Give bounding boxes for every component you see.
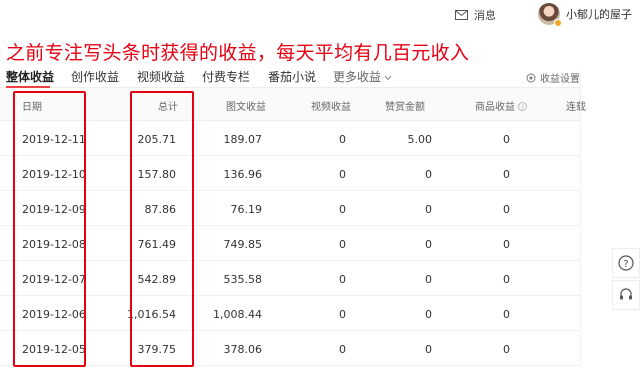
settings-label: 收益设置 xyxy=(540,74,580,85)
col-article-income: 图文收益 xyxy=(226,102,266,113)
cell-date: 2019-12-07 xyxy=(22,273,86,286)
cell-total: 1,016.54 xyxy=(127,308,176,321)
tab-tomato-novel[interactable]: 番茄小说 xyxy=(268,68,316,85)
col-serial: 连载 xyxy=(566,102,586,113)
tab-paid-column[interactable]: 付费专栏 xyxy=(202,68,250,85)
info-icon[interactable]: ? xyxy=(518,102,527,111)
table-row: 2019-12-05 379.75 378.06 0 0 0 xyxy=(0,331,580,366)
svg-text:?: ? xyxy=(521,104,524,111)
avatar-badge xyxy=(554,19,562,27)
question-icon: ? xyxy=(618,255,634,271)
table-row: 2019-12-10 157.80 136.96 0 0 0 xyxy=(0,156,580,191)
cell-tips: 0 xyxy=(425,238,432,251)
support-button[interactable] xyxy=(612,280,640,310)
cell-video-income: 0 xyxy=(339,133,346,146)
messages-label: 消息 xyxy=(474,9,496,22)
chevron-down-icon xyxy=(384,75,392,81)
messages-link[interactable]: 消息 xyxy=(455,7,496,23)
user-menu[interactable]: 小郁儿的屋子 xyxy=(538,3,632,27)
username: 小郁儿的屋子 xyxy=(566,8,632,21)
table-row: 2019-12-07 542.89 535.58 0 0 0 xyxy=(0,261,580,296)
cell-video-income: 0 xyxy=(339,238,346,251)
cell-tips: 0 xyxy=(425,273,432,286)
settings-icon xyxy=(526,73,536,82)
table-row: 2019-12-09 87.86 76.19 0 0 0 xyxy=(0,191,580,226)
cell-article-income: 378.06 xyxy=(223,343,263,356)
top-bar: 消息 小郁儿的屋子 xyxy=(0,0,640,30)
tab-bar: 整体收益 创作收益 视频收益 付费专栏 番茄小说 更多收益 收益设置 xyxy=(0,66,580,88)
cell-product-income: 0 xyxy=(503,343,510,356)
cell-total: 157.80 xyxy=(137,168,177,181)
cell-total: 87.86 xyxy=(144,203,177,216)
table-row: 2019-12-08 761.49 749.85 0 0 0 xyxy=(0,226,580,261)
col-date: 日期 xyxy=(22,102,42,113)
income-settings-link[interactable]: 收益设置 xyxy=(526,70,580,85)
cell-product-income: 0 xyxy=(503,238,510,251)
cell-tips: 0 xyxy=(425,308,432,321)
cell-date: 2019-12-08 xyxy=(22,238,86,251)
cell-article-income: 749.85 xyxy=(223,238,263,251)
cell-date: 2019-12-10 xyxy=(22,168,86,181)
tab-overall-income[interactable]: 整体收益 xyxy=(6,68,54,85)
cell-product-income: 0 xyxy=(503,203,510,216)
cell-tips: 0 xyxy=(425,168,432,181)
cell-video-income: 0 xyxy=(339,308,346,321)
svg-text:?: ? xyxy=(623,259,628,270)
mail-icon xyxy=(455,10,468,20)
col-product-income-label: 商品收益 xyxy=(475,102,515,113)
cell-product-income: 0 xyxy=(503,308,510,321)
help-button[interactable]: ? xyxy=(612,248,640,278)
avatar[interactable] xyxy=(538,3,562,27)
cell-date: 2019-12-09 xyxy=(22,203,86,216)
cell-article-income: 189.07 xyxy=(223,133,263,146)
cell-video-income: 0 xyxy=(339,203,346,216)
tab-creation-income[interactable]: 创作收益 xyxy=(71,68,119,85)
table-header: 日期 总计 图文收益 视频收益 赞赏金额 商品收益? 连载 xyxy=(0,88,586,121)
cell-video-income: 0 xyxy=(339,343,346,356)
cell-tips: 0 xyxy=(425,343,432,356)
cell-total: 379.75 xyxy=(137,343,177,356)
cell-article-income: 1,008.44 xyxy=(213,308,262,321)
cell-date: 2019-12-05 xyxy=(22,343,86,356)
cell-article-income: 76.19 xyxy=(230,203,263,216)
cell-tips: 5.00 xyxy=(407,133,433,146)
cell-video-income: 0 xyxy=(339,273,346,286)
content-divider xyxy=(580,70,581,368)
col-video-income: 视频收益 xyxy=(311,102,351,113)
cell-total: 542.89 xyxy=(137,273,177,286)
cell-total: 205.71 xyxy=(137,133,177,146)
tab-video-income[interactable]: 视频收益 xyxy=(137,68,185,85)
table-row: 2019-12-06 1,016.54 1,008.44 0 0 0 xyxy=(0,296,580,331)
cell-article-income: 535.58 xyxy=(223,273,263,286)
col-product-income: 商品收益? xyxy=(475,98,527,113)
cell-total: 761.49 xyxy=(137,238,177,251)
cell-date: 2019-12-06 xyxy=(22,308,86,321)
table-row: 2019-12-11 205.71 189.07 0 5.00 0 xyxy=(0,121,580,156)
annotation-headline: 之前专注写头条时获得的收益，每天平均有几百元收入 xyxy=(6,42,470,64)
cell-product-income: 0 xyxy=(503,133,510,146)
headset-icon xyxy=(620,288,632,300)
cell-date: 2019-12-11 xyxy=(22,133,86,146)
col-tips: 赞赏金额 xyxy=(385,102,425,113)
tab-more-income[interactable]: 更多收益 xyxy=(333,68,392,85)
col-total: 总计 xyxy=(158,102,178,113)
cell-video-income: 0 xyxy=(339,168,346,181)
cell-tips: 0 xyxy=(425,203,432,216)
cell-product-income: 0 xyxy=(503,168,510,181)
cell-product-income: 0 xyxy=(503,273,510,286)
cell-article-income: 136.96 xyxy=(223,168,263,181)
more-income-label: 更多收益 xyxy=(333,70,382,84)
